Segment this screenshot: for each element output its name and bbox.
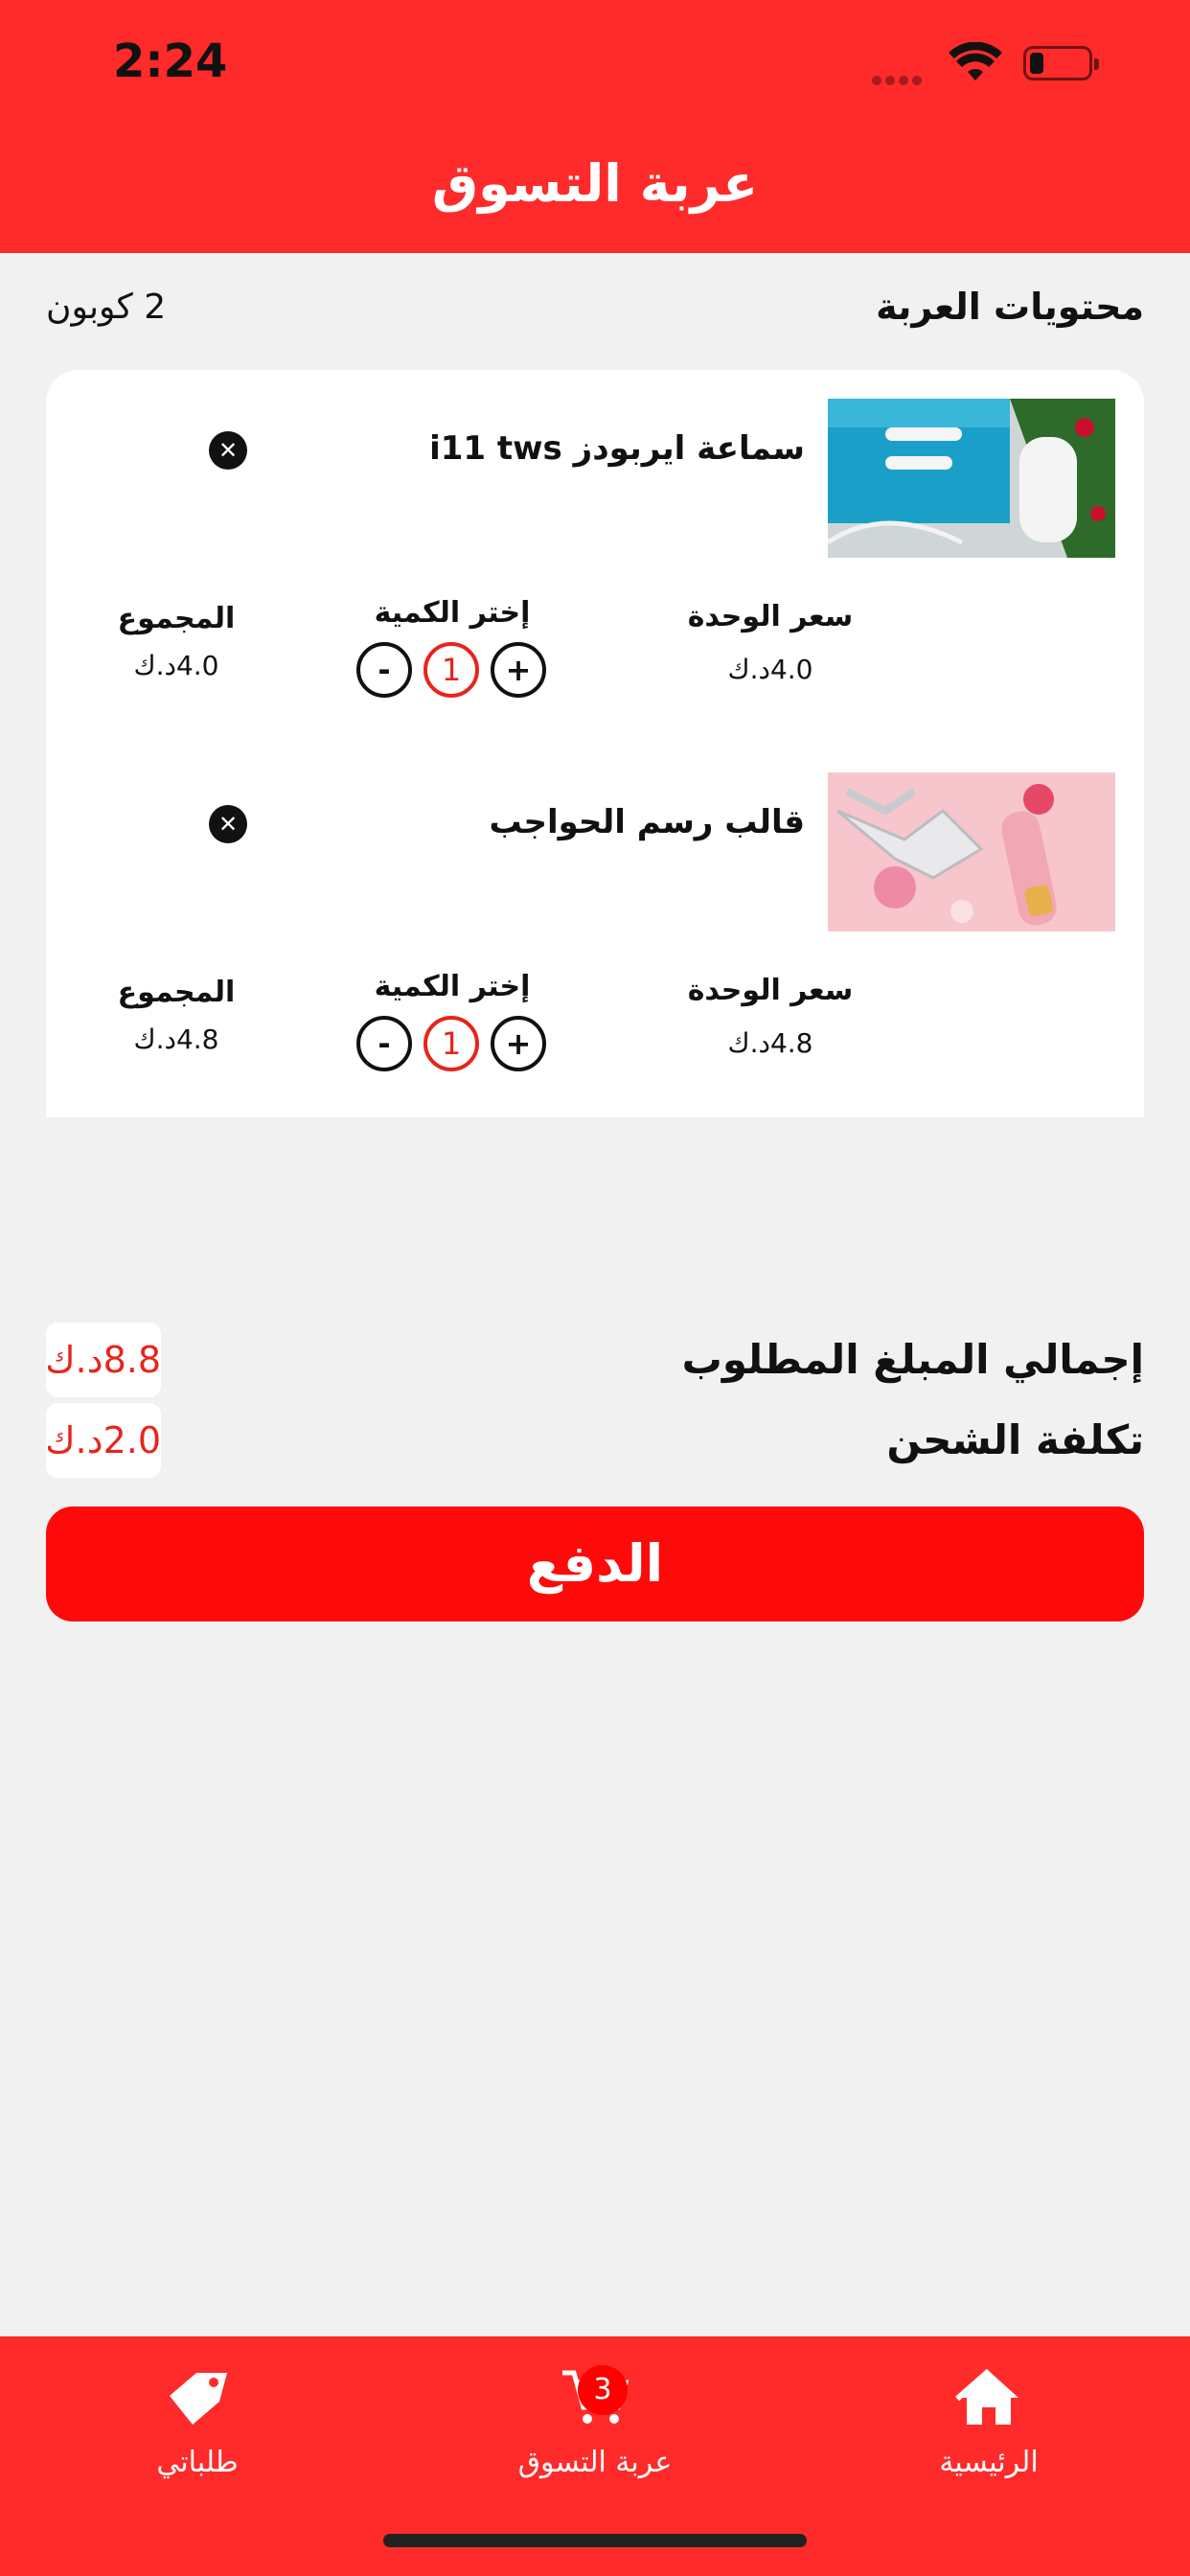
quantity-label: إختر الكمية <box>374 596 531 630</box>
unit-price-label: سعر الوحدة <box>687 600 854 633</box>
cart-count-badge: 3 <box>578 2365 628 2415</box>
quantity-value: 1 <box>423 1016 479 1071</box>
remove-item-button[interactable]: ✕ <box>209 805 247 843</box>
wifi-icon <box>949 42 1002 80</box>
decrease-quantity-button[interactable]: - <box>356 642 412 698</box>
status-indicators <box>872 42 1121 85</box>
total-label: المجموع <box>117 602 236 635</box>
quantity-stepper: - 1 + <box>356 1016 548 1073</box>
cart-items-card: سماعة ايربودز i11 tws ✕ سعر الوحدة 4.0د.… <box>46 370 1144 1117</box>
battery-icon <box>1023 46 1099 80</box>
nav-item-home[interactable]: الرئيسية <box>855 2359 1123 2494</box>
nav-item-label: عربة التسوق <box>517 2446 673 2479</box>
nav-item-cart[interactable]: عربة التسوق 3 <box>461 2359 729 2494</box>
home-indicator <box>383 2534 807 2547</box>
nav-item-label: طلباتي <box>156 2446 239 2479</box>
item-total-value: 4.8د.ك <box>133 1024 219 1055</box>
quantity-label: إختر الكمية <box>374 970 531 1003</box>
product-name[interactable]: سماعة ايربودز i11 tws <box>429 429 805 468</box>
cellular-signal-icon <box>872 71 929 85</box>
remove-item-button[interactable]: ✕ <box>209 431 247 470</box>
total-label: المجموع <box>117 976 236 1009</box>
nav-item-label: الرئيسية <box>939 2446 1039 2479</box>
status-time: 2:24 <box>113 34 228 88</box>
quantity-value: 1 <box>423 642 479 698</box>
cart-item: سماعة ايربودز i11 tws ✕ سعر الوحدة 4.0د.… <box>46 370 1144 744</box>
required-amount-value: 8.8د.ك <box>45 1322 161 1397</box>
unit-price-label: سعر الوحدة <box>687 974 854 1007</box>
unit-price-value: 4.8د.ك <box>727 1027 813 1059</box>
decrease-quantity-button[interactable]: - <box>356 1016 412 1071</box>
unit-price-value: 4.0د.ك <box>727 654 813 685</box>
nav-item-my-orders[interactable]: طلباتي <box>63 2359 332 2494</box>
increase-quantity-button[interactable]: + <box>491 1016 546 1071</box>
cart-item: قالب رسم الحواجب ✕ سعر الوحدة 4.8د.ك إخت… <box>46 744 1144 1117</box>
product-image[interactable] <box>828 399 1115 558</box>
shipping-cost-label: تكلفة الشحن <box>886 1416 1144 1463</box>
product-image[interactable] <box>828 772 1115 932</box>
required-amount-label: إجمالي المبلغ المطلوب <box>681 1336 1144 1383</box>
increase-quantity-button[interactable]: + <box>491 642 546 698</box>
close-icon: ✕ <box>217 437 239 464</box>
cart-contents-title: محتويات العربة <box>876 286 1144 328</box>
item-total-value: 4.0د.ك <box>133 650 219 681</box>
quantity-stepper: - 1 + <box>356 642 548 700</box>
coupon-label[interactable]: 2 كوبون <box>46 288 166 327</box>
product-name[interactable]: قالب رسم الحواجب <box>489 803 805 841</box>
tag-icon <box>170 2373 227 2425</box>
shipping-cost-value: 2.0د.ك <box>45 1403 161 1478</box>
pay-button[interactable]: الدفع <box>46 1506 1144 1622</box>
close-icon: ✕ <box>217 811 239 838</box>
home-icon <box>955 2368 1018 2425</box>
page-title: عربة التسوق <box>431 153 759 214</box>
